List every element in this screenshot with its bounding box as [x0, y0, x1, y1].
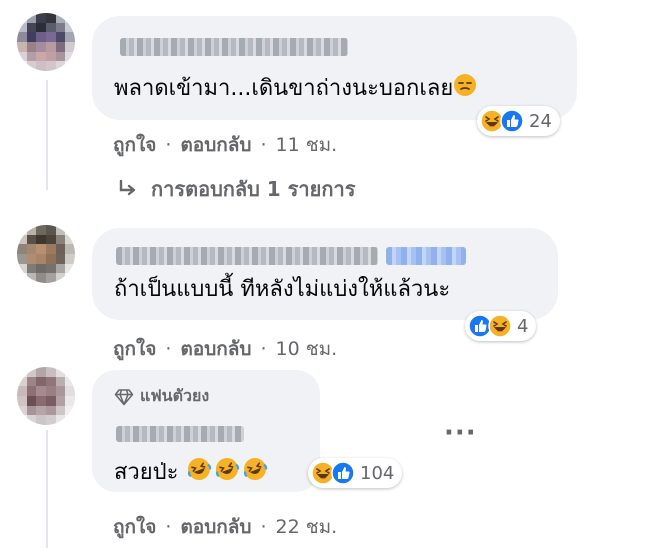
view-replies-label: การตอบกลับ 1 รายการ [151, 177, 356, 201]
avatar[interactable] [17, 367, 75, 425]
rofl-emoji-icon [213, 456, 241, 490]
thread-connector [46, 430, 48, 548]
separator-dot: · [260, 134, 267, 156]
like-button[interactable]: ถูกใจ [113, 130, 156, 160]
comment-bubble: พลาดเข้ามา...เดินขาถ่างนะบอกเลย [92, 16, 577, 120]
redacted-author-name[interactable] [120, 38, 348, 56]
separator-dot: · [165, 338, 172, 360]
avatar[interactable] [17, 13, 75, 71]
like-button[interactable]: ถูกใจ [113, 512, 156, 542]
separator-dot: · [165, 516, 172, 538]
comment-thread: พลาดเข้ามา...เดินขาถ่างนะบอกเลย 24 ถูกใจ… [0, 0, 650, 548]
redacted-author-name[interactable] [116, 247, 378, 265]
haha-icon [488, 314, 512, 338]
view-replies-link[interactable]: การตอบกลับ 1 รายการ [117, 173, 355, 205]
comment-text-content: สวยป่ะ [114, 460, 179, 485]
top-fan-badge[interactable]: แฟนตัวยง [114, 384, 209, 409]
reaction-summary[interactable]: 4 [465, 311, 537, 341]
badge-label: แฟนตัวยง [140, 386, 210, 405]
like-button[interactable]: ถูกใจ [113, 334, 156, 364]
reaction-summary[interactable]: 104 [308, 458, 403, 488]
reaction-count: 24 [529, 110, 552, 132]
reply-button[interactable]: ตอบกลับ [180, 512, 251, 542]
rofl-emoji-icon [185, 456, 213, 490]
reply-button[interactable]: ตอบกลับ [180, 334, 251, 364]
separator-dot: · [260, 516, 267, 538]
avatar[interactable] [17, 225, 75, 283]
rofl-emoji-icon [241, 456, 269, 490]
comment-timestamp[interactable]: 22 ชม. [276, 512, 338, 542]
comment-timestamp[interactable]: 10 ชม. [276, 334, 338, 364]
redacted-author-tag[interactable] [386, 247, 466, 265]
comment-text: พลาดเข้ามา...เดินขาถ่างนะบอกเลย [114, 73, 477, 105]
reaction-count: 104 [360, 462, 395, 484]
comment-bubble: แฟนตัวยง สวยป่ะ [92, 370, 320, 492]
comment-timestamp[interactable]: 11 ชม. [276, 130, 338, 160]
reaction-count: 4 [517, 315, 529, 337]
reaction-summary[interactable]: 24 [477, 106, 560, 136]
comment-text-content: พลาดเข้ามา...เดินขาถ่างนะบอกเลย [114, 76, 454, 101]
like-icon [500, 109, 524, 133]
reply-arrow-icon [117, 178, 139, 200]
comment-actions: ถูกใจ · ตอบกลับ · 22 ชม. [113, 512, 337, 542]
separator-dot: · [260, 338, 267, 360]
comment-actions: ถูกใจ · ตอบกลับ · 11 ชม. [113, 130, 337, 160]
separator-dot: · [165, 134, 172, 156]
thread-connector [46, 80, 48, 190]
reply-button[interactable]: ตอบกลับ [180, 130, 251, 160]
diamond-icon [114, 388, 134, 406]
comment-actions: ถูกใจ · ตอบกลับ · 10 ชม. [113, 334, 337, 364]
comment-text: สวยป่ะ [114, 456, 269, 490]
comment-bubble: ถ้าเป็นแบบนี้ ทีหลังไม่แบ่งให้แล้วนะ [92, 228, 558, 320]
like-icon [331, 461, 355, 485]
comment-text: ถ้าเป็นแบบนี้ ทีหลังไม่แบ่งให้แล้วนะ [114, 277, 451, 302]
more-options-button[interactable]: ··· [444, 418, 477, 448]
redacted-author-name[interactable] [116, 426, 244, 442]
unamused-emoji-icon [453, 73, 477, 105]
